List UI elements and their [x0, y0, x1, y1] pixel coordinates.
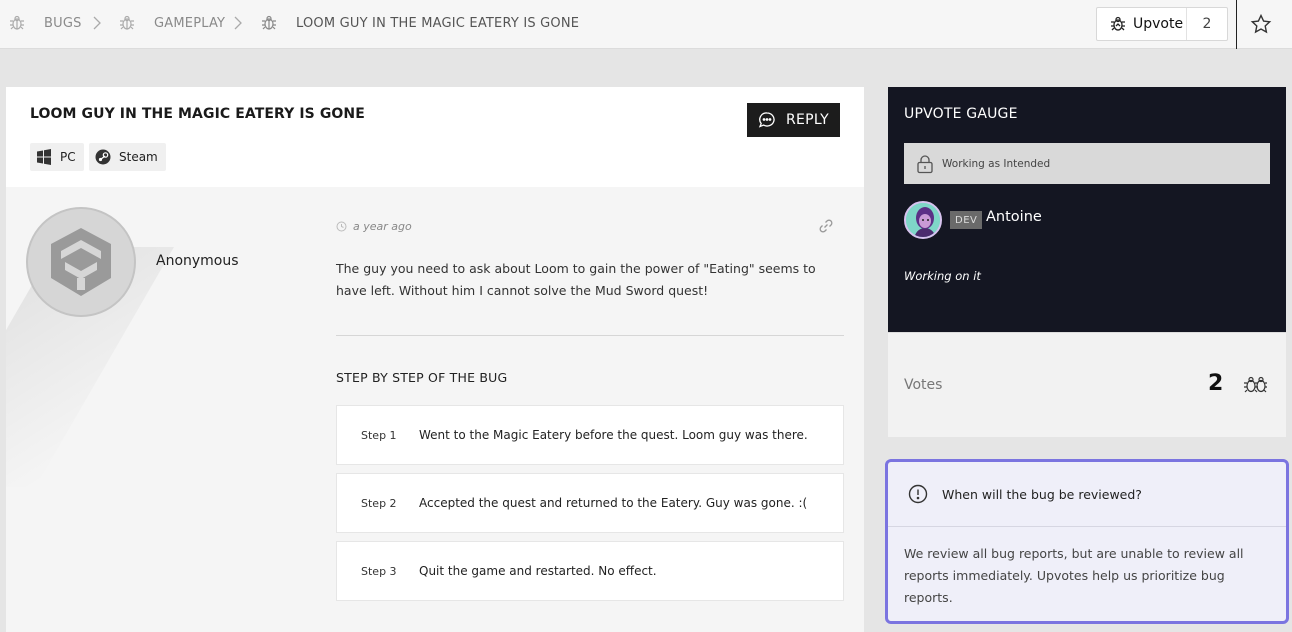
bug-icon — [120, 15, 134, 30]
breadcrumb-current: LOOM GUY IN THE MAGIC EATERY IS GONE — [296, 0, 579, 47]
dev-note: Working on it — [904, 269, 981, 283]
faq-question[interactable]: When will the bug be reviewed? — [888, 462, 1286, 527]
post-time: a year ago — [353, 220, 412, 233]
top-bar: BUGS GAMEPLAY LOOM GUY IN THE MAGIC EATE… — [0, 0, 1292, 49]
tag-pc-label[interactable]: PC — [60, 150, 76, 164]
divider — [336, 335, 844, 336]
link-icon[interactable] — [818, 218, 834, 234]
breadcrumb-bugs-label[interactable]: BUGS — [44, 16, 82, 31]
step-row: Step 3 Quit the game and restarted. No e… — [336, 541, 844, 601]
upvote-count: 2 — [1202, 16, 1212, 32]
faq-card[interactable]: When will the bug be reviewed? We review… — [885, 459, 1289, 624]
dev-badge: DEV — [950, 211, 983, 229]
post-body: Anonymous a year ago The guy you need to… — [6, 187, 864, 632]
step-text: Accepted the quest and returned to the E… — [419, 496, 808, 510]
tag-pc[interactable]: PC — [30, 143, 84, 171]
info-icon — [908, 484, 928, 504]
windows-icon — [37, 149, 51, 165]
post-timestamp: a year ago — [336, 220, 412, 233]
avatar — [26, 207, 136, 317]
reply-button[interactable]: REPLY — [747, 103, 840, 137]
status-text: Working as Intended — [942, 157, 1051, 170]
post-description: The guy you need to ask about Loom to ga… — [336, 261, 816, 298]
chevron-right-icon — [93, 16, 101, 30]
breadcrumb-gameplay-label[interactable]: GAMEPLAY — [154, 16, 225, 31]
step-text: Went to the Magic Eatery before the ques… — [419, 428, 808, 442]
dev-name[interactable]: Antoine — [986, 209, 1042, 225]
tag-steam-label[interactable]: Steam — [119, 150, 158, 164]
step-number: Step 2 — [361, 496, 397, 510]
faq-answer: We review all bug reports, but are unabl… — [904, 546, 1244, 605]
upvote-button[interactable]: Upvote 2 — [1096, 7, 1228, 41]
votes-count: 2 — [1208, 371, 1224, 396]
bug-icon — [10, 15, 24, 30]
reply-label[interactable]: REPLY — [786, 112, 829, 128]
steps-heading: STEP BY STEP OF THE BUG — [336, 370, 508, 385]
step-number: Step 3 — [361, 564, 397, 578]
votes-panel: Votes 2 — [888, 332, 1286, 437]
star-icon[interactable] — [1250, 13, 1272, 35]
step-text: Quit the game and restarted. No effect. — [419, 564, 657, 578]
upvote-gauge-panel: UPVOTE GAUGE Working as Intended DEV Ant… — [888, 87, 1286, 332]
status-bar: Working as Intended — [904, 143, 1270, 184]
anonymous-logo-icon — [51, 228, 111, 296]
breadcrumb-bugs[interactable]: BUGS — [44, 0, 82, 47]
upvote-label-area[interactable]: Upvote — [1097, 8, 1187, 40]
clock-icon — [336, 221, 347, 232]
page-title: LOOM GUY IN THE MAGIC EATERY IS GONE — [30, 106, 365, 122]
chevron-right-icon — [234, 16, 242, 30]
breadcrumb-current-label: LOOM GUY IN THE MAGIC EATERY IS GONE — [296, 16, 580, 31]
dev-avatar-image — [906, 203, 940, 237]
tag-steam[interactable]: Steam — [89, 143, 166, 171]
steam-icon — [95, 149, 111, 165]
faq-question-text[interactable]: When will the bug be reviewed? — [942, 487, 1142, 502]
step-row: Step 1 Went to the Magic Eatery before t… — [336, 405, 844, 465]
bug-icon — [1244, 376, 1267, 393]
upvote-label[interactable]: Upvote — [1133, 16, 1183, 32]
author-name[interactable]: Anonymous — [156, 253, 239, 269]
step-number: Step 1 — [361, 428, 397, 442]
bug-icon — [262, 15, 276, 30]
chat-bubble-icon — [758, 112, 775, 128]
gauge-title: UPVOTE GAUGE — [904, 106, 1018, 122]
bug-upvote-icon — [1111, 16, 1125, 31]
votes-label: Votes — [904, 377, 943, 393]
step-row: Step 2 Accepted the quest and returned t… — [336, 473, 844, 533]
lock-icon — [917, 154, 933, 173]
breadcrumb-gameplay[interactable]: GAMEPLAY — [154, 0, 225, 47]
dev-avatar[interactable] — [904, 201, 942, 239]
post-header: LOOM GUY IN THE MAGIC EATERY IS GONE PC … — [6, 87, 864, 187]
toolbar-divider — [1236, 0, 1237, 49]
